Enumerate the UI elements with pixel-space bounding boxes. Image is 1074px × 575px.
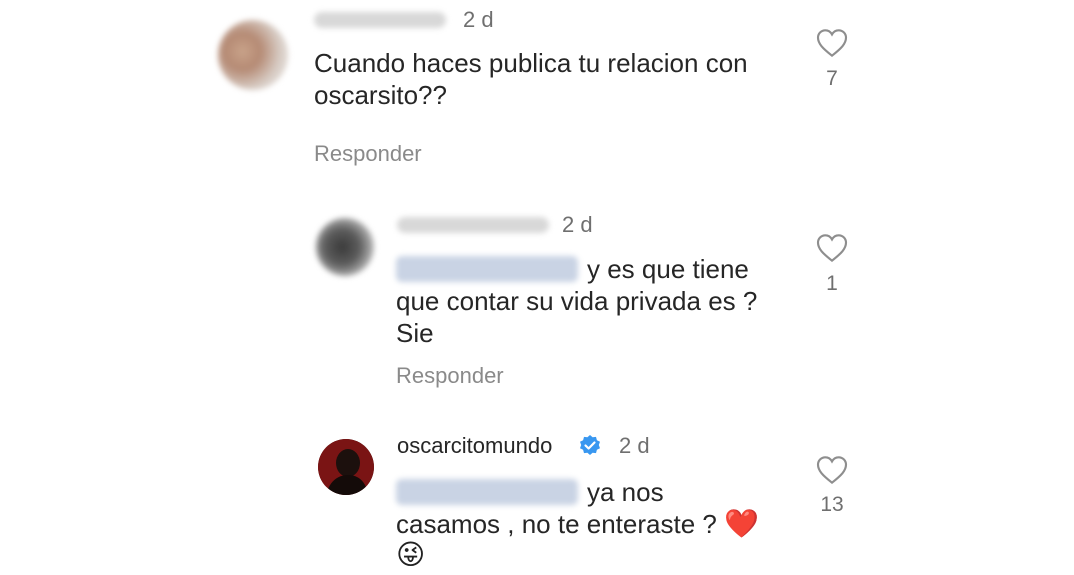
- avatar[interactable]: [318, 439, 374, 495]
- comment-time: 2 d: [562, 212, 593, 237]
- like-count: 1: [826, 272, 838, 295]
- heart-outline-icon: [816, 29, 848, 58]
- mention-blurred[interactable]: [396, 479, 578, 505]
- avatar-silhouette: [318, 439, 374, 495]
- winking-tongue-emoji: 😜: [396, 539, 426, 570]
- verified-badge-icon: [580, 435, 600, 455]
- comment-line: casamos , no te enteraste ? ❤️: [396, 508, 759, 540]
- like-button[interactable]: [816, 28, 848, 63]
- username-blurred[interactable]: [397, 217, 549, 233]
- mention-blurred[interactable]: [396, 256, 578, 282]
- comment-line: oscarsito??: [314, 80, 447, 110]
- like-count: 13: [820, 493, 844, 516]
- reply-button[interactable]: Responder: [396, 363, 504, 389]
- like-button[interactable]: [816, 455, 848, 490]
- like-count: 7: [826, 67, 838, 90]
- avatar[interactable]: [218, 20, 288, 90]
- comment-time: 2 d: [619, 433, 650, 458]
- reply-button[interactable]: Responder: [314, 141, 422, 167]
- comment-line: que contar su vida privada es ?: [396, 286, 758, 316]
- heart-outline-icon: [816, 456, 848, 485]
- comment-text: casamos , no te enteraste ?: [396, 509, 717, 539]
- verified-badge: [578, 434, 602, 463]
- like-button[interactable]: [816, 233, 848, 268]
- comment-line: y es que tiene: [587, 254, 749, 284]
- username-blurred[interactable]: [314, 12, 446, 28]
- red-heart-emoji: ❤️: [724, 508, 759, 539]
- comment-line: Sie: [396, 318, 434, 348]
- username[interactable]: oscarcitomundo: [397, 433, 552, 459]
- comment-time: 2 d: [463, 7, 494, 32]
- avatar[interactable]: [316, 218, 374, 276]
- comment-text: Cuando haces publica tu relacion con osc…: [314, 47, 748, 111]
- comment-line: Cuando haces publica tu relacion con: [314, 48, 748, 78]
- comment-line: ya nos: [587, 477, 664, 507]
- heart-outline-icon: [816, 234, 848, 263]
- comment-text: que contar su vida privada es ? Sie: [396, 285, 757, 349]
